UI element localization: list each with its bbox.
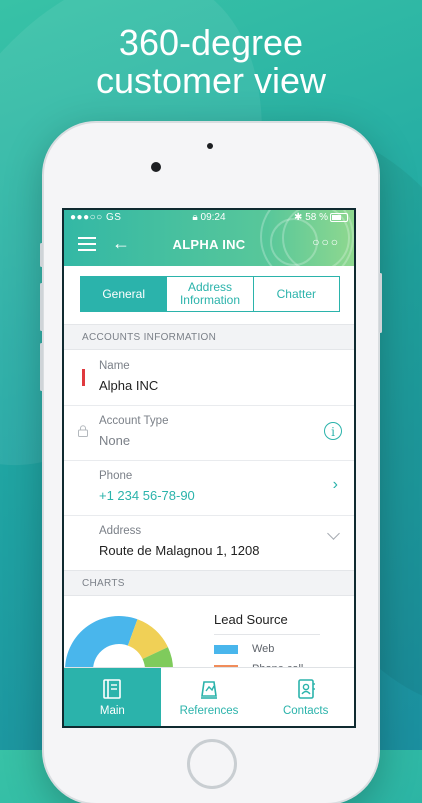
front-camera xyxy=(151,162,161,172)
phone-link[interactable]: +1 234 56-78-90 xyxy=(99,488,195,503)
headline-line-1: 360-degree xyxy=(118,22,304,63)
legend-swatch xyxy=(214,644,238,654)
legend-item-web: Web xyxy=(214,643,274,655)
chevron-right-icon[interactable]: › xyxy=(333,476,338,494)
contacts-icon xyxy=(297,678,315,699)
legend-label: Web xyxy=(252,643,275,655)
battery-icon xyxy=(330,212,348,222)
headline-line-2: customer view xyxy=(95,60,327,101)
lock-icon xyxy=(78,425,88,437)
nav-label: Main xyxy=(99,704,125,717)
nav-references[interactable]: References xyxy=(161,668,258,726)
chart-title: Lead Source xyxy=(214,612,288,627)
home-button xyxy=(187,739,237,789)
field-name[interactable]: Name Alpha INC xyxy=(64,350,354,406)
field-value: Alpha INC xyxy=(99,378,159,393)
section-header-charts: CHARTS xyxy=(64,570,354,596)
legend-divider xyxy=(214,634,320,635)
status-bar: ●●●○○ GS 🔒︎ 09:24 ✱ 58 % xyxy=(64,210,354,226)
power-button xyxy=(379,273,382,333)
page-title: ALPHA INC xyxy=(172,237,246,252)
clock: 09:24 xyxy=(200,212,226,223)
lead-source-chart: Lead Source Web Phone call xyxy=(64,600,354,680)
proximity-sensor xyxy=(207,143,213,149)
lock-status-icon: 🔒︎ xyxy=(192,212,201,223)
tab-address-information[interactable]: Address Information xyxy=(167,277,254,311)
field-label: Address xyxy=(99,525,142,537)
field-phone[interactable]: Phone +1 234 56-78-90 › xyxy=(64,460,354,516)
nav-bar: ← ALPHA INC ○○○ xyxy=(64,226,354,266)
required-indicator xyxy=(82,369,85,386)
book-icon xyxy=(103,678,122,699)
field-account-type[interactable]: Account Type None i xyxy=(64,405,354,461)
field-label: Phone xyxy=(99,470,133,482)
bottom-nav: Main References Contacts xyxy=(64,667,354,726)
bluetooth-icon: ✱ xyxy=(294,212,306,223)
tab-general[interactable]: General xyxy=(81,277,168,311)
battery-percent: 58 % xyxy=(305,212,328,223)
nav-contacts[interactable]: Contacts xyxy=(257,668,354,726)
tab-bar: General Address Information Chatter xyxy=(80,276,340,312)
pie-slice xyxy=(65,616,138,670)
promo-headline: 360-degree customer view xyxy=(0,24,422,100)
volume-up-button xyxy=(40,283,43,331)
more-options-icon[interactable]: ○○○ xyxy=(312,235,340,249)
chevron-down-icon[interactable] xyxy=(327,527,340,540)
chart-icon xyxy=(201,680,217,699)
app-screen: ●●●○○ GS 🔒︎ 09:24 ✱ 58 % ← ALPHA INC ○○○… xyxy=(62,208,356,728)
tab-chatter[interactable]: Chatter xyxy=(254,277,339,311)
field-label: Name xyxy=(99,360,130,372)
field-address[interactable]: Address Route de Malagnou 1, 1208 xyxy=(64,515,354,571)
section-header-accounts: ACCOUNTS INFORMATION xyxy=(64,324,354,350)
info-icon[interactable]: i xyxy=(324,422,342,440)
field-value: None xyxy=(99,433,131,448)
field-value: Route de Malagnou 1, 1208 xyxy=(99,543,260,558)
mute-switch xyxy=(40,243,43,267)
volume-down-button xyxy=(40,343,43,391)
nav-label: Contacts xyxy=(282,704,329,717)
nav-main[interactable]: Main xyxy=(64,668,161,726)
field-label: Account Type xyxy=(99,415,169,427)
nav-label: References xyxy=(179,704,239,717)
app-header: ●●●○○ GS 🔒︎ 09:24 ✱ 58 % ← ALPHA INC ○○○ xyxy=(64,210,354,266)
